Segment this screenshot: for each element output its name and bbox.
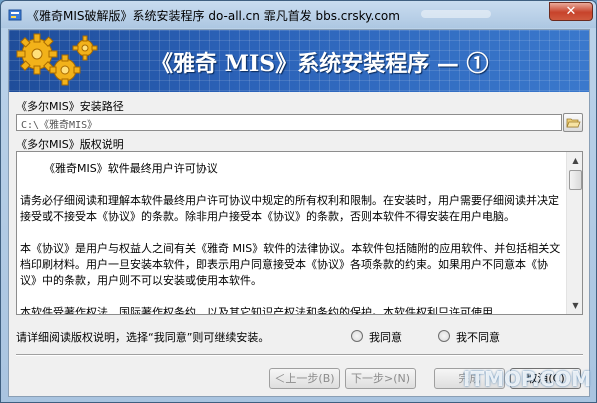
scroll-up-icon[interactable]: ▲ xyxy=(567,152,582,169)
close-button[interactable]: ✕ xyxy=(549,2,593,21)
license-paragraph: 本《协议》是用户与权益人之间有关《雅奇 MIS》软件的法律协议。本软件包括随附的… xyxy=(20,242,561,287)
separator xyxy=(16,354,583,356)
scroll-thumb[interactable] xyxy=(569,170,582,190)
license-title: 《雅奇MIS》软件最终用户许可协议 xyxy=(44,162,218,175)
installer-client-area: 《雅奇 MIS》系统安装程序 — ① 《多尔MIS》安装路径 C:\《雅奇MIS… xyxy=(8,29,590,397)
installer-window: 《雅奇MIS破解版》系统安装程序 do-all.cn 霏凡首发 bbs.crsk… xyxy=(0,0,597,403)
folder-open-icon xyxy=(566,118,581,128)
banner-title: 《雅奇 MIS》系统安装程序 — ① xyxy=(151,51,489,77)
install-path-field[interactable]: C:\《雅奇MIS》 xyxy=(16,114,562,131)
agreement-prompt: 请详细阅读版权说明，选择“我同意”则可继续安装。 xyxy=(16,331,270,344)
license-content: 《雅奇MIS》软件最终用户许可协议 请务必仔细阅读和理解本软件最终用户许可协议中… xyxy=(20,154,563,315)
watermark: ITMOP.COM xyxy=(463,367,592,391)
next-button[interactable]: 下一步>(N) xyxy=(345,368,416,389)
license-paragraph: 请务必仔细阅读和理解本软件最终用户许可协议中规定的所有权利和限制。在安装时，用户… xyxy=(20,194,559,223)
app-icon xyxy=(8,9,22,21)
scroll-down-icon[interactable]: ▼ xyxy=(567,297,582,314)
window-title: 《雅奇MIS破解版》系统安装程序 do-all.cn 霏凡首发 bbs.crsk… xyxy=(27,9,400,23)
title-bar[interactable]: 《雅奇MIS破解版》系统安装程序 do-all.cn 霏凡首发 bbs.crsk… xyxy=(1,1,596,28)
license-paragraph: 本软件受著作权法、国际著作权条约、以及其它知识产权法和条约的保护。本软件权利只许… xyxy=(20,306,493,315)
license-text-box[interactable]: 《雅奇MIS》软件最终用户许可协议 请务必仔细阅读和理解本软件最终用户许可协议中… xyxy=(16,151,583,315)
close-icon: ✕ xyxy=(565,4,577,19)
license-label: 《多尔MIS》版权说明 xyxy=(16,138,124,151)
disagree-label[interactable]: 我不同意 xyxy=(456,329,500,345)
disagree-radio[interactable] xyxy=(438,330,450,342)
back-button[interactable]: ＜上一步(B) xyxy=(269,368,340,389)
header-banner: 《雅奇 MIS》系统安装程序 — ① xyxy=(9,30,589,92)
browse-button[interactable] xyxy=(563,113,583,132)
title-blur xyxy=(421,10,491,18)
agree-radio[interactable] xyxy=(351,330,363,342)
gears-icon xyxy=(16,33,98,86)
install-path-label: 《多尔MIS》安装路径 xyxy=(16,100,124,113)
agree-label[interactable]: 我同意 xyxy=(369,329,402,345)
license-scrollbar[interactable]: ▲ ▼ xyxy=(566,152,582,314)
